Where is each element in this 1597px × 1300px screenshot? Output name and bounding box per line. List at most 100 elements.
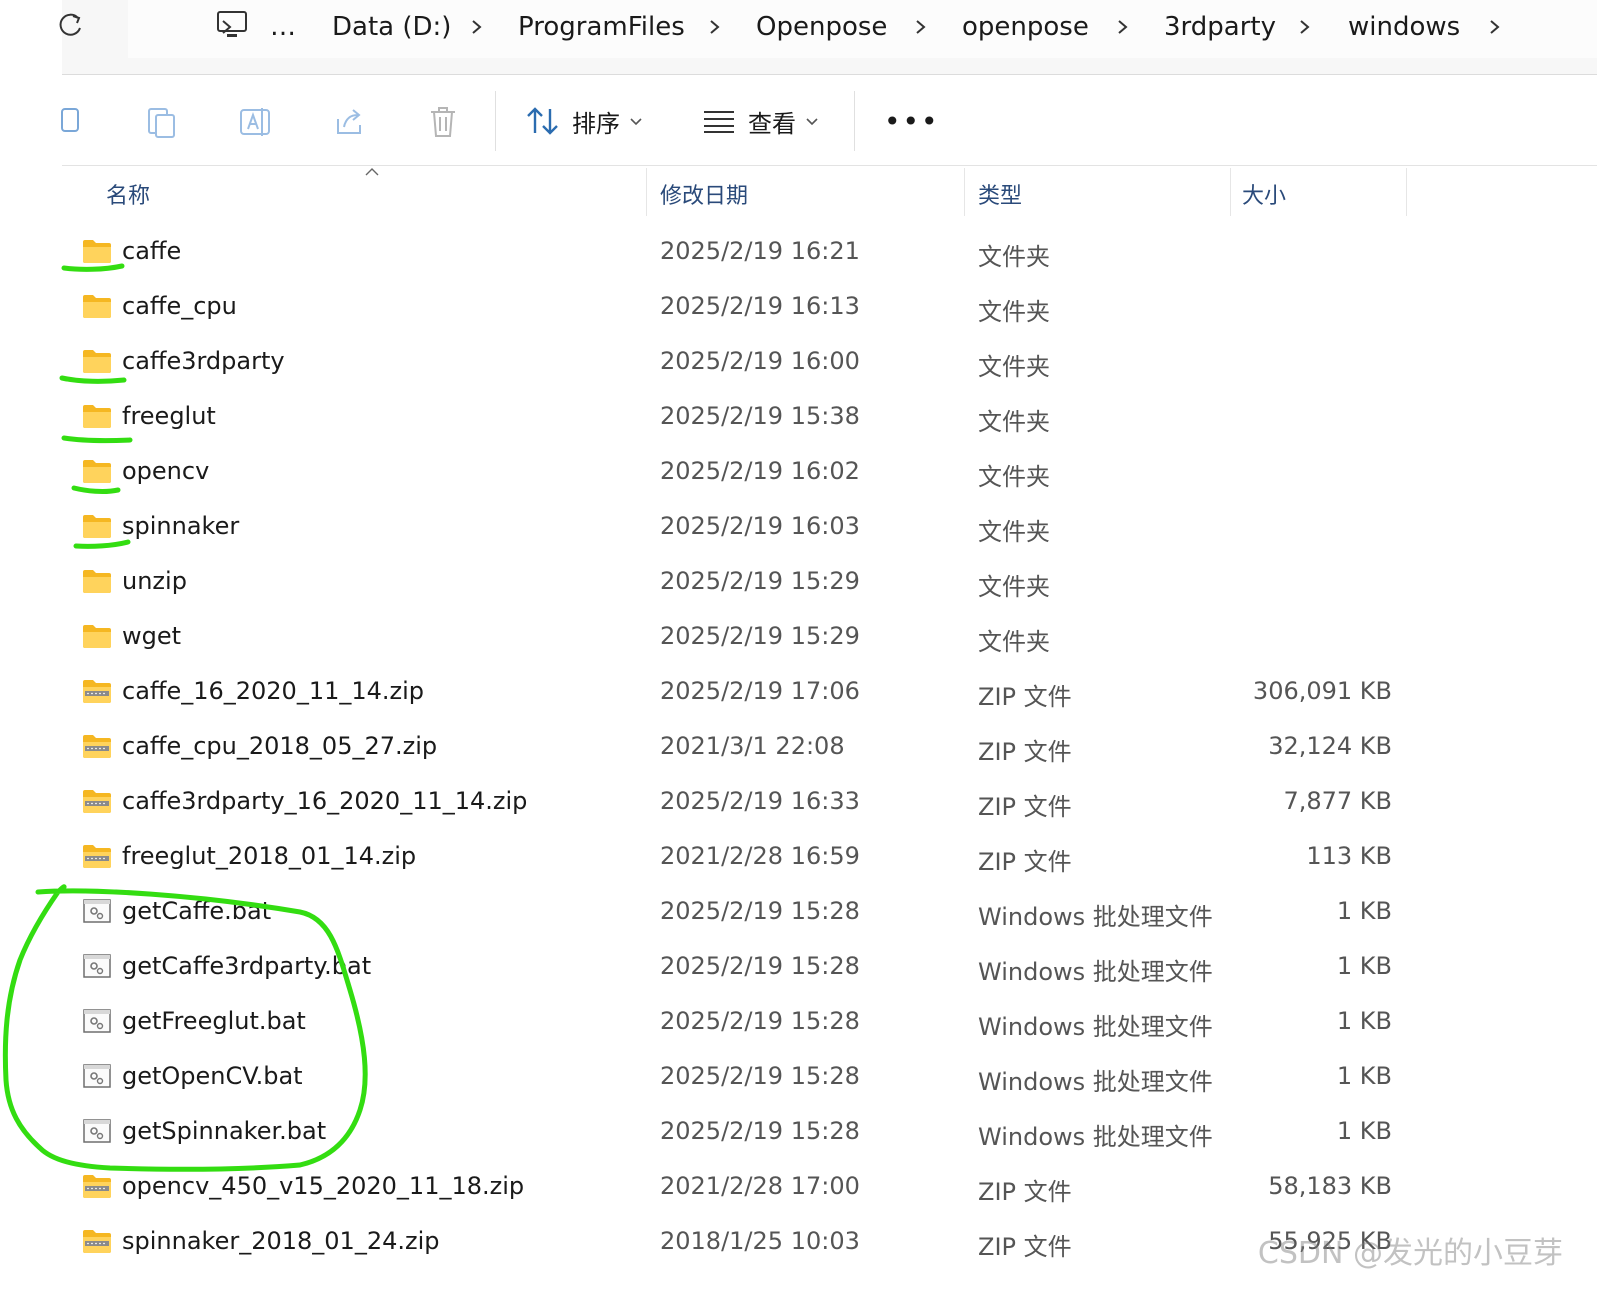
- file-name: getCaffe3rdparty.bat: [122, 952, 372, 980]
- chevron-right-icon[interactable]: [1488, 12, 1502, 42]
- file-date: 2025/2/19 15:28: [660, 1117, 860, 1145]
- delete-icon[interactable]: [428, 105, 458, 139]
- breadcrumb-item[interactable]: ProgramFiles: [518, 12, 685, 42]
- folder-icon: [82, 568, 112, 594]
- file-size: 1 KB: [1336, 1117, 1392, 1145]
- file-row[interactable]: getFreeglut.bat 2025/2/19 15:28 Windows 批处…: [62, 996, 1597, 1051]
- chevron-right-icon[interactable]: [470, 12, 484, 42]
- batch-file-icon: [82, 1063, 112, 1089]
- breadcrumb-overflow[interactable]: …: [270, 12, 296, 42]
- file-row[interactable]: opencv_450_v15_2020_11_18.zip 2021/2/28 1…: [62, 1161, 1597, 1216]
- file-row[interactable]: caffe_cpu_2018_05_27.zip 2021/3/1 22:08 ZI…: [62, 721, 1597, 776]
- file-name: getFreeglut.bat: [122, 1007, 306, 1035]
- folder-icon: [82, 403, 112, 429]
- share-icon[interactable]: [332, 105, 366, 139]
- file-row[interactable]: freeglut_2018_01_14.zip 2021/2/28 16:59 ZI…: [62, 831, 1597, 886]
- batch-file-icon: [82, 1008, 112, 1034]
- file-name: spinnaker_2018_01_24.zip: [122, 1227, 440, 1255]
- file-name: caffe_16_2020_11_14.zip: [122, 677, 425, 705]
- file-type: 文件夹: [978, 518, 1050, 546]
- file-row[interactable]: wget 2025/2/19 15:29 文件夹: [62, 611, 1597, 666]
- column-header-date[interactable]: 修改日期: [660, 178, 748, 210]
- sort-label: 排序: [572, 109, 620, 138]
- file-row[interactable]: getCaffe.bat 2025/2/19 15:28 Windows 批处理文件…: [62, 886, 1597, 941]
- column-divider[interactable]: [1406, 168, 1407, 216]
- zip-folder-icon: [82, 843, 112, 869]
- file-name: caffe3rdparty_16_2020_11_14.zip: [122, 787, 528, 815]
- file-type: 文件夹: [978, 243, 1050, 271]
- cut-icon[interactable]: [60, 105, 82, 139]
- file-type: 文件夹: [978, 298, 1050, 326]
- column-header-name[interactable]: 名称: [106, 178, 150, 210]
- file-row[interactable]: getSpinnaker.bat 2025/2/19 15:28 Windows 批…: [62, 1106, 1597, 1161]
- file-row[interactable]: freeglut 2025/2/19 15:38 文件夹: [62, 391, 1597, 446]
- file-type: ZIP 文件: [978, 848, 1072, 876]
- breadcrumb-item[interactable]: openpose: [962, 12, 1089, 42]
- file-row[interactable]: getOpenCV.bat 2025/2/19 15:28 Windows 批处理文…: [62, 1051, 1597, 1106]
- file-name: caffe: [122, 237, 182, 265]
- copy-icon[interactable]: [146, 105, 178, 139]
- zip-folder-icon: [82, 1173, 112, 1199]
- folder-icon: [82, 293, 112, 319]
- command-bar: 排序 查看 •••: [60, 75, 1597, 166]
- file-row[interactable]: unzip 2025/2/19 15:29 文件夹: [62, 556, 1597, 611]
- chevron-right-icon[interactable]: [914, 12, 928, 42]
- file-name: caffe_cpu_2018_05_27.zip: [122, 732, 438, 760]
- breadcrumb[interactable]: … Data (D:) ProgramFiles Openpose openpo…: [128, 0, 1597, 58]
- folder-icon: [82, 348, 112, 374]
- zip-folder-icon: [82, 788, 112, 814]
- file-row[interactable]: caffe_16_2020_11_14.zip 2025/2/19 17:06 ZI…: [62, 666, 1597, 721]
- file-size: 1 KB: [1336, 1007, 1392, 1035]
- file-type: ZIP 文件: [978, 683, 1072, 711]
- folder-icon: [82, 623, 112, 649]
- chevron-right-icon[interactable]: [708, 12, 722, 42]
- breadcrumb-item[interactable]: windows: [1348, 12, 1460, 42]
- file-size: 306,091 KB: [1252, 677, 1392, 705]
- file-row[interactable]: caffe 2025/2/19 16:21 文件夹: [62, 226, 1597, 281]
- refresh-icon[interactable]: [56, 10, 86, 40]
- file-row[interactable]: caffe3rdparty_16_2020_11_14.zip 2025/2/19…: [62, 776, 1597, 831]
- file-type: ZIP 文件: [978, 793, 1072, 821]
- file-size: 58,183 KB: [1268, 1172, 1392, 1200]
- file-date: 2018/1/25 10:03: [660, 1227, 860, 1255]
- file-date: 2025/2/19 15:38: [660, 402, 860, 430]
- file-type: 文件夹: [978, 573, 1050, 601]
- breadcrumb-item[interactable]: Openpose: [756, 12, 887, 42]
- file-row[interactable]: opencv 2025/2/19 16:02 文件夹: [62, 446, 1597, 501]
- file-name: freeglut: [122, 402, 216, 430]
- sort-button[interactable]: 排序: [526, 101, 642, 141]
- file-row[interactable]: caffe_cpu 2025/2/19 16:13 文件夹: [62, 281, 1597, 336]
- more-options-button[interactable]: •••: [884, 105, 940, 138]
- file-row[interactable]: caffe3rdparty 2025/2/19 16:00 文件夹: [62, 336, 1597, 391]
- chevron-right-icon[interactable]: [1116, 12, 1130, 42]
- file-type: Windows 批处理文件: [978, 1013, 1213, 1041]
- column-header-type[interactable]: 类型: [978, 178, 1022, 210]
- file-date: 2021/2/28 16:59: [660, 842, 860, 870]
- column-header-size[interactable]: 大小: [1242, 178, 1286, 210]
- file-date: 2025/2/19 16:33: [660, 787, 860, 815]
- column-divider[interactable]: [964, 168, 965, 216]
- rename-icon[interactable]: [238, 105, 274, 139]
- file-name: caffe3rdparty: [122, 347, 285, 375]
- file-name: wget: [122, 622, 182, 650]
- file-row[interactable]: getCaffe3rdparty.bat 2025/2/19 15:28 Windo…: [62, 941, 1597, 996]
- sort-ascending-icon: [364, 162, 380, 181]
- folder-icon: [82, 458, 112, 484]
- file-size: 113 KB: [1306, 842, 1392, 870]
- view-button[interactable]: 查看: [702, 101, 818, 141]
- chevron-right-icon[interactable]: [1298, 12, 1312, 42]
- column-divider[interactable]: [1230, 168, 1231, 216]
- file-row[interactable]: spinnaker 2025/2/19 16:03 文件夹: [62, 501, 1597, 556]
- file-date: 2025/2/19 17:06: [660, 677, 860, 705]
- breadcrumb-item[interactable]: Data (D:): [332, 12, 451, 42]
- column-divider[interactable]: [646, 168, 647, 216]
- batch-file-icon: [82, 953, 112, 979]
- breadcrumb-item[interactable]: 3rdparty: [1164, 12, 1276, 42]
- chevron-right-icon[interactable]: [220, 12, 234, 42]
- file-date: 2021/2/28 17:00: [660, 1172, 860, 1200]
- file-date: 2021/3/1 22:08: [660, 732, 845, 760]
- file-type: Windows 批处理文件: [978, 1068, 1213, 1096]
- file-size: 1 KB: [1336, 952, 1392, 980]
- file-name: unzip: [122, 567, 187, 595]
- toolbar-separator: [495, 91, 496, 151]
